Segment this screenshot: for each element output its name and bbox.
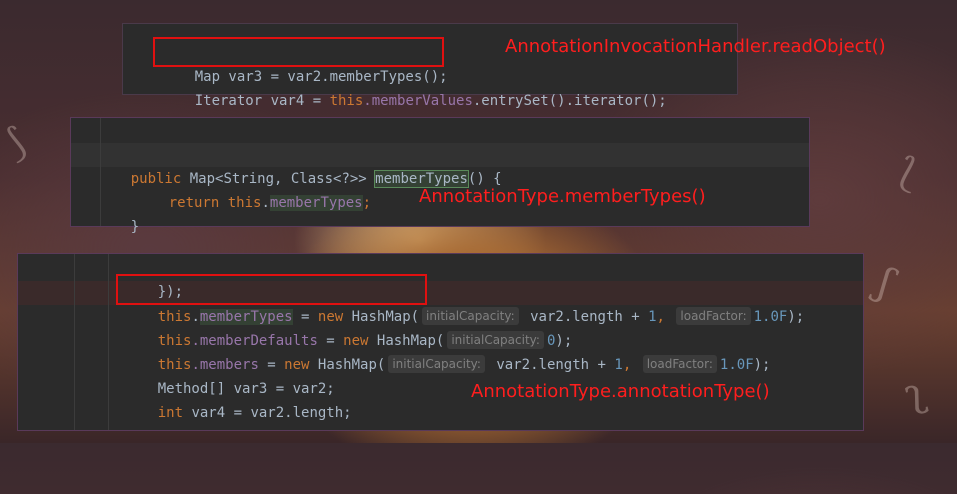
caption-read-object: AnnotationInvocationHandler.readObject()	[505, 36, 886, 57]
code-panel-member-types-method: public Map<String, Class<?>> memberTypes…	[70, 117, 810, 235]
method-name-member-types: memberTypes	[374, 170, 469, 188]
code-token: Iterator var4 =	[194, 93, 330, 109]
keyword-this: this	[329, 93, 364, 109]
code-token: ;	[362, 195, 372, 211]
number-literal: 1	[648, 309, 657, 325]
highlight-box-member-types-call	[153, 37, 444, 67]
highlight-box-this-member-types	[116, 274, 427, 305]
param-hint-load-factor: loadFactor:	[642, 355, 717, 373]
code-token: ,	[656, 309, 674, 325]
code-token: var2.length +	[487, 357, 615, 373]
background-rune: ʅ	[899, 368, 931, 418]
caption-annotation-type: AnnotationType.annotationType()	[471, 381, 770, 402]
background-rune: ʃ	[870, 259, 901, 307]
param-hint-initial-capacity: initialCapacity:	[388, 355, 485, 373]
code-token: );	[787, 309, 805, 325]
number-literal: 1.0F	[753, 309, 788, 325]
field-member-types: memberTypes	[269, 195, 363, 211]
code-token: .entrySet().iterator();	[472, 93, 667, 109]
number-literal: 1	[614, 357, 623, 373]
code-token: ,	[622, 357, 640, 373]
keyword-int: int	[157, 405, 184, 421]
number-literal: 1.0F	[719, 357, 754, 373]
code-token: );	[753, 357, 771, 373]
param-hint-load-factor: loadFactor:	[676, 307, 751, 325]
code-token: () {	[467, 171, 502, 187]
field-member-values: .memberValues	[363, 93, 473, 109]
caption-member-types: AnnotationType.memberTypes()	[419, 186, 706, 207]
background-rune: ⟅	[896, 148, 920, 198]
background-rune: ⟆	[0, 118, 32, 168]
code-token: .	[261, 195, 270, 211]
keyword-this: this	[227, 195, 262, 211]
code-token: var4 = var2.length;	[183, 405, 352, 421]
code-token: }	[130, 219, 140, 235]
keyword-return: return	[168, 195, 220, 211]
